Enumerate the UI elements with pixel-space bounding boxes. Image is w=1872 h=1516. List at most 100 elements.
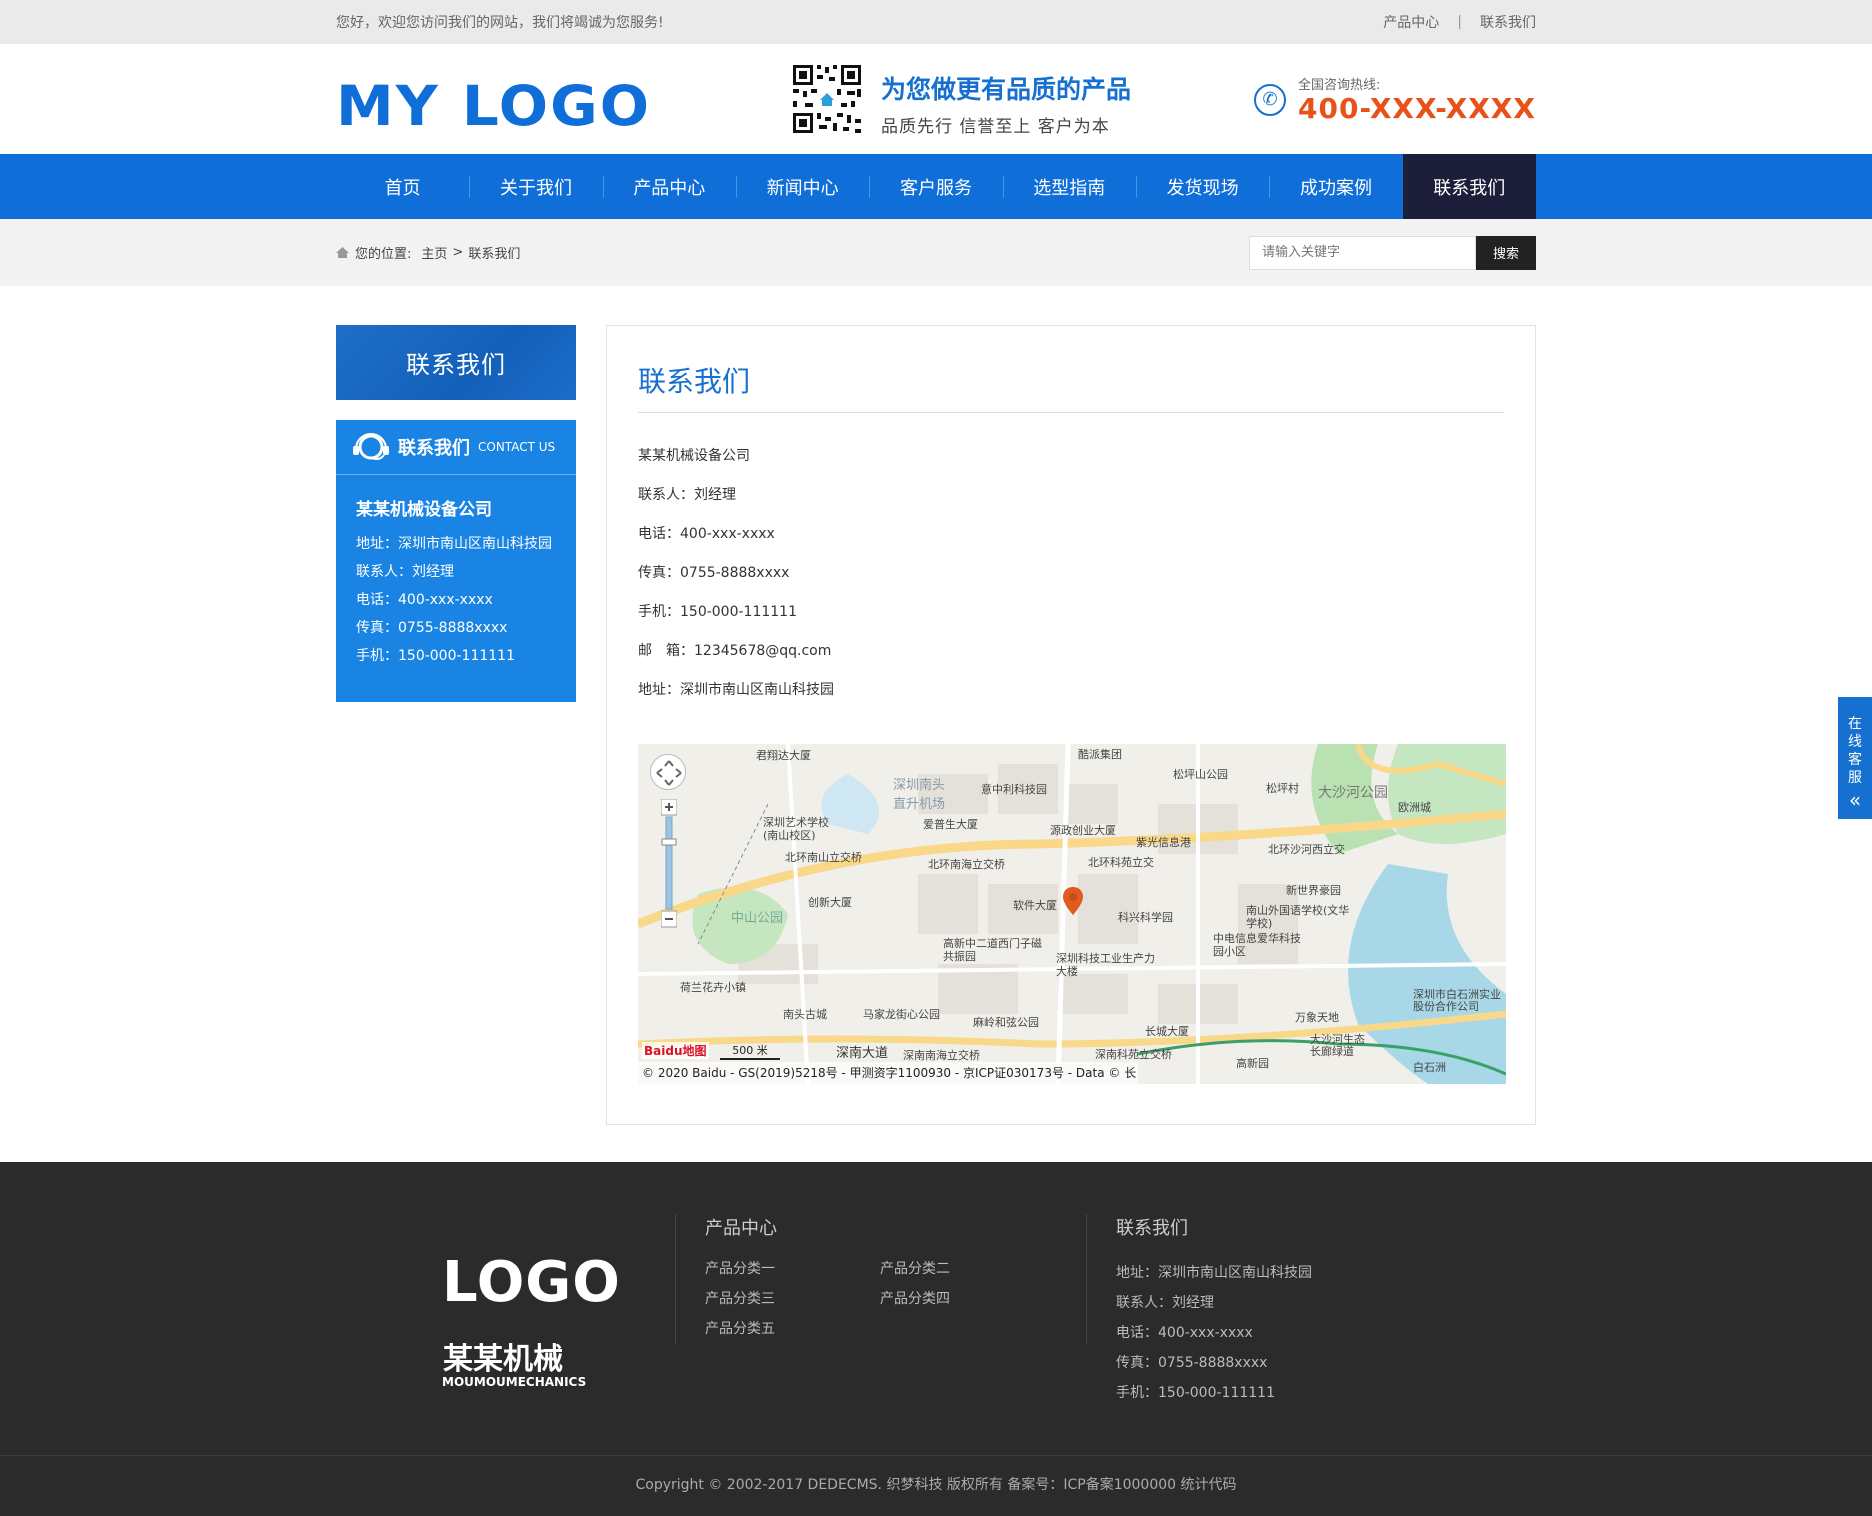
sidebar-title: 联系我们 — [336, 325, 576, 400]
collapse-icon: « — [1848, 788, 1862, 812]
footer-contact-title: 联系我们 — [1116, 1218, 1188, 1239]
footer-product-link[interactable]: 产品分类四 — [880, 1288, 1055, 1308]
info-fax: 传真：0755-8888xxxx — [638, 565, 790, 581]
map-label: 北环南海立交桥 — [928, 858, 1005, 871]
map-label: 万象天地 — [1295, 1011, 1339, 1024]
footer-product-link[interactable]: 产品分类一 — [705, 1258, 880, 1278]
map-label: 长城大厦 — [1145, 1025, 1189, 1038]
footer-copyright: Copyright © 2002-2017 DEDECMS. 织梦科技 版权所有… — [0, 1455, 1872, 1516]
sidebar-contact-box: 联系我们 CONTACT US 某某机械设备公司 地址：深圳市南山区南山科技园 … — [336, 420, 576, 702]
map-copyright: © 2020 Baidu - GS(2019)5218号 - 甲测资字11009… — [638, 1062, 1138, 1084]
footer-product-link[interactable]: 产品分类三 — [705, 1288, 880, 1308]
nav-item-news[interactable]: 新闻中心 — [735, 154, 869, 219]
map-label: 君翔达大厦 — [756, 749, 811, 762]
map-label: 新世界豪园 — [1286, 884, 1341, 897]
map-zoom-control[interactable] — [660, 798, 678, 929]
map-label: 马家龙街心公园 — [863, 1008, 940, 1021]
map-label: 大沙河公园 — [1318, 785, 1388, 801]
breadcrumb-home-link[interactable]: 主页 — [421, 243, 447, 262]
home-icon — [336, 247, 349, 258]
top-bar: 您好，欢迎您访问我们的网站，我们将竭诚为您服务! 产品中心 | 联系我们 — [0, 0, 1872, 44]
headset-icon — [350, 429, 392, 465]
top-link-contact[interactable]: 联系我们 — [1480, 12, 1536, 32]
footer-address: 地址：深圳市南山区南山科技园 — [1116, 1265, 1312, 1281]
sidebar-contact-title-en: CONTACT US — [478, 440, 556, 454]
sidebar: 联系我们 联系我们 CONTACT US 某某机械设备公司 地址：深圳市南山区南… — [336, 325, 576, 702]
breadcrumb: 您的位置: 主页 > 联系我们 — [336, 243, 520, 262]
map-pan-control[interactable] — [650, 754, 686, 790]
map-label: 深圳科技工业生产力大楼 — [1056, 952, 1155, 978]
map-label: 深圳南头直升机场 — [893, 778, 946, 812]
top-links: 产品中心 | 联系我们 — [1383, 12, 1536, 32]
footer-company-en: MOUMOUMECHANICS — [442, 1375, 587, 1389]
nav-item-cases[interactable]: 成功案例 — [1269, 154, 1402, 219]
map-label: 意中利科技园 — [981, 783, 1047, 796]
service-char: 客 — [1848, 752, 1862, 768]
nav-item-home[interactable]: 首页 — [336, 154, 469, 219]
footer-product-link[interactable]: 产品分类二 — [880, 1258, 1055, 1278]
search-button[interactable]: 搜索 — [1476, 235, 1536, 270]
title-divider — [638, 412, 1504, 413]
footer-contact-person: 联系人：刘经理 — [1116, 1295, 1214, 1311]
footer-phone: 电话：400-xxx-xxxx — [1116, 1325, 1253, 1341]
footer-contact-column: 联系我们 地址：深圳市南山区南山科技园 联系人：刘经理 电话：400-xxx-x… — [1086, 1214, 1312, 1401]
breadcrumb-separator: > — [452, 245, 464, 260]
baidu-map[interactable]: 君翔达大厦 酷派集团 深圳南头直升机场 意中利科技园 松坪山公园 松坪村 大沙河… — [638, 744, 1506, 1084]
nav-item-about[interactable]: 关于我们 — [469, 154, 602, 219]
nav-item-guide[interactable]: 选型指南 — [1002, 154, 1136, 219]
page-title: 联系我们 — [638, 365, 751, 398]
sidebar-fax: 传真：0755-8888xxxx — [356, 620, 508, 636]
nav-item-products[interactable]: 产品中心 — [602, 154, 736, 219]
sidebar-contact-title: 联系我们 — [398, 438, 470, 459]
slogan: 为您做更有品质的产品 品质先行 信誉至上 客户为本 — [881, 70, 1131, 137]
breadcrumb-current[interactable]: 联系我们 — [468, 243, 520, 262]
service-char: 线 — [1848, 734, 1862, 750]
hotline: ✆ 全国咨询热线: 400-XXX-XXXX — [1254, 74, 1536, 125]
slogan-subtitle: 品质先行 信誉至上 客户为本 — [881, 117, 1110, 137]
map-label: 中电信息爱华科技园小区 — [1213, 932, 1301, 958]
footer-logo: LOGO — [442, 1250, 621, 1315]
map-label: 北环沙河西立交 — [1268, 843, 1345, 856]
map-label: 深南大道 — [836, 1046, 889, 1061]
map-label: 酷派集团 — [1078, 748, 1122, 761]
content-panel: 联系我们 某某机械设备公司 联系人：刘经理 电话：400-xxx-xxxx 传真… — [606, 325, 1536, 1125]
header: MY LOGO 为您做更有品质的产品 品质先行 信誉至上 客户为本 ✆ 全国咨询… — [0, 44, 1872, 154]
sidebar-contact-body: 某某机械设备公司 地址：深圳市南山区南山科技园 联系人：刘经理 电话：400-x… — [336, 475, 576, 670]
map-label: 白石洲 — [1413, 1061, 1446, 1074]
info-phone: 电话：400-xxx-xxxx — [638, 526, 775, 542]
map-label: 深南南海立交桥 — [903, 1049, 980, 1062]
baidu-map-logo: Baidu地图 — [642, 1042, 709, 1059]
top-link-products[interactable]: 产品中心 — [1383, 12, 1439, 32]
footer: LOGO 某某机械 MOUMOUMECHANICS 产品中心 产品分类一 产品分… — [0, 1162, 1872, 1516]
hotline-label: 全国咨询热线: — [1298, 78, 1381, 93]
info-email: 邮 箱：12345678@qq.com — [638, 643, 832, 659]
online-service-button[interactable]: 在 线 客 服 « — [1838, 697, 1872, 819]
map-label: 紫光信息港 — [1136, 836, 1191, 849]
search-form: 搜索 — [1249, 235, 1536, 270]
map-label: 松坪村 — [1266, 782, 1299, 795]
map-label: 欧洲城 — [1398, 801, 1431, 814]
site-logo[interactable]: MY LOGO — [336, 74, 651, 139]
map-label: 源政创业大厦 — [1050, 824, 1116, 837]
map-label: 南头古城 — [783, 1008, 827, 1021]
sidebar-contact-person: 联系人：刘经理 — [356, 564, 454, 580]
map-label: 荷兰花卉小镇 — [680, 981, 746, 994]
map-marker-icon[interactable] — [1063, 887, 1083, 915]
info-company: 某某机械设备公司 — [638, 448, 750, 464]
map-label: 深南科苑立交桥 — [1095, 1048, 1172, 1061]
nav-item-contact[interactable]: 联系我们 — [1402, 154, 1536, 219]
nav-item-shipping[interactable]: 发货现场 — [1135, 154, 1269, 219]
service-char: 在 — [1848, 716, 1862, 732]
map-label: 南山外国语学校(文华学校) — [1246, 904, 1350, 930]
footer-product-link[interactable]: 产品分类五 — [705, 1318, 880, 1338]
map-label: 软件大厦 — [1013, 899, 1057, 912]
nav-item-service[interactable]: 客户服务 — [869, 154, 1002, 219]
welcome-text: 您好，欢迎您访问我们的网站，我们将竭诚为您服务! — [336, 15, 664, 31]
breadcrumb-bar: 您的位置: 主页 > 联系我们 搜索 — [0, 219, 1872, 286]
top-link-separator: | — [1457, 14, 1462, 30]
map-label: 深圳市白石洲实业股份合作公司 — [1413, 988, 1501, 1013]
hotline-number: 400-XXX-XXXX — [1298, 92, 1536, 125]
search-input[interactable] — [1249, 235, 1476, 270]
footer-company: 某某机械 — [443, 1342, 563, 1377]
main-area: 联系我们 联系我们 CONTACT US 某某机械设备公司 地址：深圳市南山区南… — [0, 286, 1872, 1164]
